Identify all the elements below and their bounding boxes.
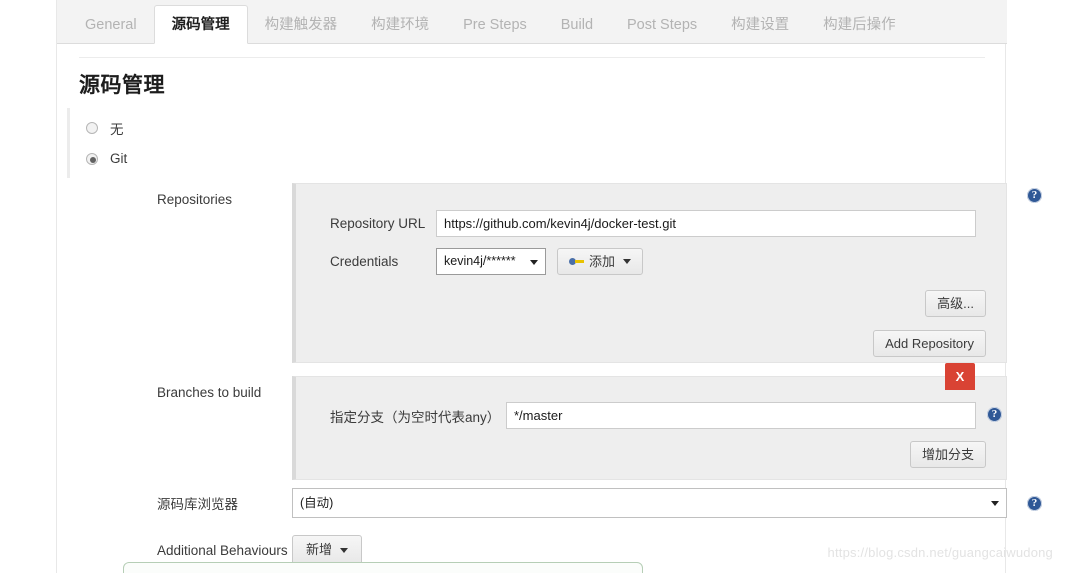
config-tab-bar: General 源码管理 构建触发器 构建环境 Pre Steps Build …	[57, 0, 1007, 44]
add-repository-label: Add Repository	[885, 336, 974, 351]
tab-pre-steps[interactable]: Pre Steps	[446, 6, 544, 44]
scm-radio-group: 无 Git	[67, 108, 977, 178]
chevron-down-icon	[340, 547, 349, 553]
add-behaviour-label: 新增	[306, 542, 333, 557]
behaviour-dropdown-panel	[123, 562, 643, 573]
advanced-label: 高级...	[937, 296, 974, 311]
delete-branch-button[interactable]: X	[945, 363, 975, 390]
add-branch-label: 增加分支	[921, 447, 974, 462]
help-icon-branches[interactable]: ?	[987, 407, 1002, 422]
branch-specifier-label: 指定分支（为空时代表any）	[330, 409, 501, 425]
branch-specifier-row: 指定分支（为空时代表any）	[330, 402, 976, 429]
page-heading: 源码管理	[79, 57, 985, 99]
chevron-down-icon	[530, 260, 538, 265]
scm-option-none[interactable]: 无	[86, 112, 977, 143]
repositories-row: Repositories Repository URL Credentials …	[67, 183, 1042, 363]
repositories-label: Repositories	[157, 192, 233, 207]
repository-url-input[interactable]	[436, 210, 976, 237]
tab-build-triggers[interactable]: 构建触发器	[248, 6, 355, 44]
chevron-down-icon	[991, 501, 999, 506]
branches-to-build-label: Branches to build	[157, 385, 262, 400]
repository-url-row: Repository URL	[330, 210, 976, 237]
additional-behaviours-label: Additional Behaviours	[157, 543, 288, 558]
tab-post-steps[interactable]: Post Steps	[610, 6, 714, 44]
tab-build[interactable]: Build	[544, 6, 610, 44]
jenkins-job-config-screen: General 源码管理 构建触发器 构建环境 Pre Steps Build …	[0, 0, 1069, 573]
add-repository-button[interactable]: Add Repository	[873, 330, 986, 357]
scm-option-none-label: 无	[110, 121, 124, 137]
branches-panel: X 指定分支（为空时代表any） 增加分支	[292, 363, 1007, 480]
branches-to-build-row: Branches to build X 指定分支（为空时代表any） 增加分支 …	[67, 363, 1027, 480]
credentials-select[interactable]: kevin4j/******	[436, 248, 546, 275]
chevron-down-icon	[623, 259, 632, 264]
watermark: https://blog.csdn.net/guangcaiwudong	[827, 545, 1053, 560]
add-credentials-button[interactable]: 添加	[557, 248, 644, 275]
tab-source-code-management[interactable]: 源码管理	[153, 5, 248, 44]
repository-browser-label: 源码库浏览器	[157, 497, 238, 512]
add-branch-button[interactable]: 增加分支	[909, 441, 986, 468]
repository-browser-row: 源码库浏览器 (自动) ?	[67, 488, 1042, 518]
key-icon	[569, 256, 584, 267]
repository-browser-select[interactable]: (自动)	[292, 488, 1007, 518]
config-panel: General 源码管理 构建触发器 构建环境 Pre Steps Build …	[56, 0, 1042, 573]
repositories-panel: Repository URL Credentials kevin4j/*****…	[292, 183, 1007, 363]
repositories-label-cell: Repositories	[67, 183, 292, 363]
credentials-label: Credentials	[330, 254, 399, 269]
add-credentials-label: 添加	[589, 254, 616, 269]
help-icon-repositories[interactable]: ?	[1027, 188, 1042, 203]
tab-build-environment[interactable]: 构建环境	[354, 6, 446, 44]
radio-git-icon[interactable]	[86, 152, 98, 165]
credentials-selected-value: kevin4j/******	[444, 254, 516, 268]
additional-behaviours-label-cell: Additional Behaviours	[67, 535, 292, 565]
add-behaviour-button[interactable]: 新增	[292, 535, 363, 565]
repository-url-label: Repository URL	[330, 216, 426, 231]
scm-option-git-label: Git	[110, 151, 128, 166]
tab-build-settings[interactable]: 构建设置	[714, 6, 806, 44]
repository-browser-value: (自动)	[300, 496, 334, 510]
tab-general[interactable]: General	[68, 6, 154, 44]
advanced-button[interactable]: 高级...	[925, 290, 986, 317]
credentials-row: Credentials kevin4j/****** 添加	[330, 248, 644, 275]
repository-browser-label-cell: 源码库浏览器	[67, 488, 292, 518]
branch-specifier-input[interactable]	[506, 402, 976, 429]
tab-post-build-actions[interactable]: 构建后操作	[806, 6, 913, 44]
branches-label-cell: Branches to build	[67, 376, 292, 480]
radio-none-icon[interactable]	[86, 121, 98, 134]
help-icon-repository-browser[interactable]: ?	[1027, 496, 1042, 511]
scm-option-git[interactable]: Git	[86, 143, 977, 174]
page-title: 源码管理	[79, 74, 165, 97]
